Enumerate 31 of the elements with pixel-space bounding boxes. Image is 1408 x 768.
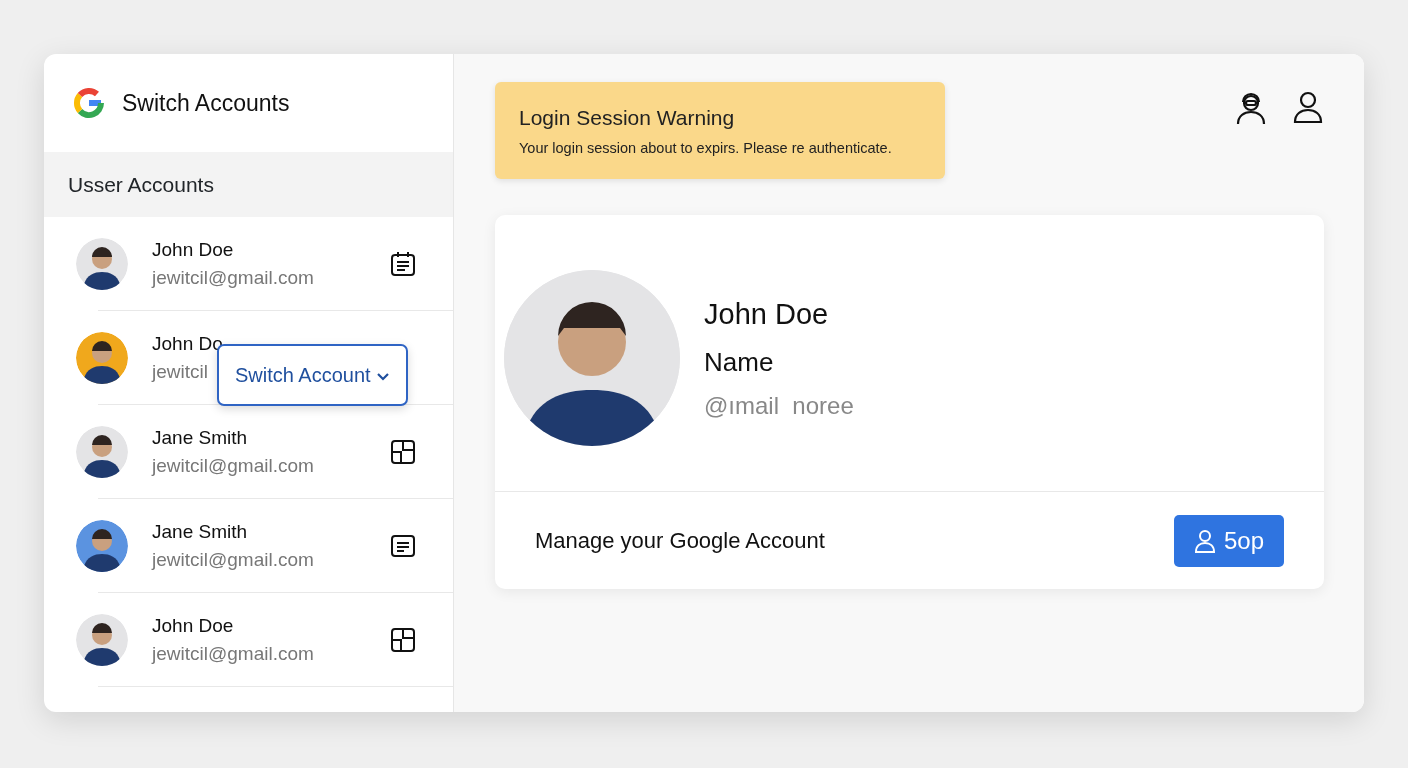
manage-account-link[interactable]: Manage your Google Account (535, 524, 825, 558)
note-icon[interactable] (389, 532, 417, 560)
layout-icon[interactable] (389, 438, 417, 466)
account-name: John Doe (152, 613, 234, 638)
section-heading: Usser Accounts (68, 171, 214, 198)
profile-handle: @ımail noree (704, 390, 854, 421)
layout-icon[interactable] (389, 626, 417, 654)
support-agent-icon[interactable] (1234, 90, 1268, 126)
account-name: Jane Smith (152, 425, 248, 450)
account-name: John Doe (152, 237, 234, 262)
account-email: jewitcil@gmail.com (152, 548, 314, 572)
warning-message: Your login session about to expirs. Please re authenticate. (519, 138, 893, 158)
account-email: jewitcil@gmail.com (152, 266, 314, 290)
account-name: Jane Smith (152, 519, 248, 544)
account-row[interactable]: Jane Smith jewitcil@gmail.com (44, 405, 453, 499)
user-icon (1193, 528, 1216, 553)
profile-label: Name (704, 345, 775, 379)
chevron-down-icon (376, 371, 391, 382)
account-email: jewitcil@gmail.com (152, 454, 314, 478)
account-row[interactable]: John Doe jewitcil@gmail.com (44, 593, 453, 687)
app-title: Switch Accounts (122, 88, 290, 118)
logo-icon (72, 86, 106, 120)
account-email: jewitcil@gmail.com (152, 642, 314, 666)
account-button[interactable]: 5op (1173, 514, 1284, 567)
profile-name: John Doe (704, 297, 830, 332)
account-row[interactable]: John Doe jewitcil@gmail.com (44, 217, 453, 311)
account-email: jewitcil (152, 360, 208, 384)
account-row[interactable]: Jane Smith jewitcil@gmail.com (44, 499, 453, 593)
warning-title: Login Session Warning (519, 105, 736, 131)
calendar-icon[interactable] (389, 250, 417, 278)
user-icon[interactable] (1292, 90, 1324, 124)
